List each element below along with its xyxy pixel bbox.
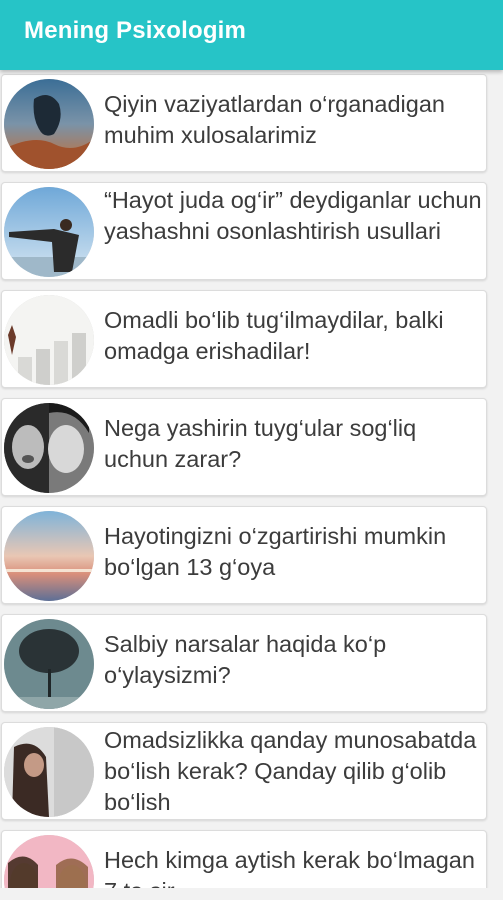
sea-horizon-image	[4, 511, 94, 601]
article-title: Salbiy narsalar haqida ko‘p o‘ylaysizmi?	[104, 631, 387, 688]
article-card-5[interactable]: Hayotingizni o‘zgartirishi mumkin bo‘lga…	[1, 506, 487, 604]
article-title: Nega yashirin tuyg‘ular sog‘liq uchun za…	[104, 415, 417, 472]
two-faces-bw-image	[4, 403, 94, 493]
article-title: Hech kimga aytish kerak bo‘lmagan 7 ta s…	[104, 847, 475, 888]
article-card-1[interactable]: Qiyin vaziyatlardan o‘rganadigan muhim x…	[1, 74, 487, 172]
article-card-4[interactable]: Nega yashirin tuyg‘ular sog‘liq uchun za…	[1, 398, 487, 496]
article-title: Omadli bo‘lib tug‘ilmaydilar, balki omad…	[104, 307, 444, 364]
man-open-arms-sky-image	[4, 187, 94, 277]
article-card-8[interactable]: Hech kimga aytish kerak bo‘lmagan 7 ta s…	[1, 830, 487, 888]
app-title: Mening Psixologim	[24, 17, 247, 44]
article-card-2[interactable]: “Hayot juda og‘ir” deydiganlar uchun yas…	[1, 182, 487, 280]
app-bar: Mening Psixologim	[0, 0, 503, 70]
bottom-edge	[0, 888, 503, 900]
article-card-6[interactable]: Salbiy narsalar haqida ko‘p o‘ylaysizmi?	[1, 614, 487, 712]
article-card-3[interactable]: Omadli bo‘lib tug‘ilmaydilar, balki omad…	[1, 290, 487, 388]
article-title: Hayotingizni o‘zgartirishi mumkin bo‘lga…	[104, 523, 447, 580]
article-title: Omadsizlikka qanday munosabatda bo‘lish …	[104, 727, 477, 815]
article-card-7[interactable]: Omadsizlikka qanday munosabatda bo‘lish …	[1, 722, 487, 820]
bar-steps-image	[4, 295, 94, 385]
two-women-pink-image	[4, 835, 94, 888]
sad-woman-stairs-image	[4, 727, 94, 817]
article-title: “Hayot juda og‘ir” deydiganlar uchun yas…	[104, 187, 482, 244]
dark-cloud-person-image	[4, 619, 94, 709]
silhouette-sunset-image	[4, 79, 94, 169]
article-list[interactable]: Qiyin vaziyatlardan o‘rganadigan muhim x…	[0, 70, 503, 888]
article-title: Qiyin vaziyatlardan o‘rganadigan muhim x…	[104, 91, 445, 148]
